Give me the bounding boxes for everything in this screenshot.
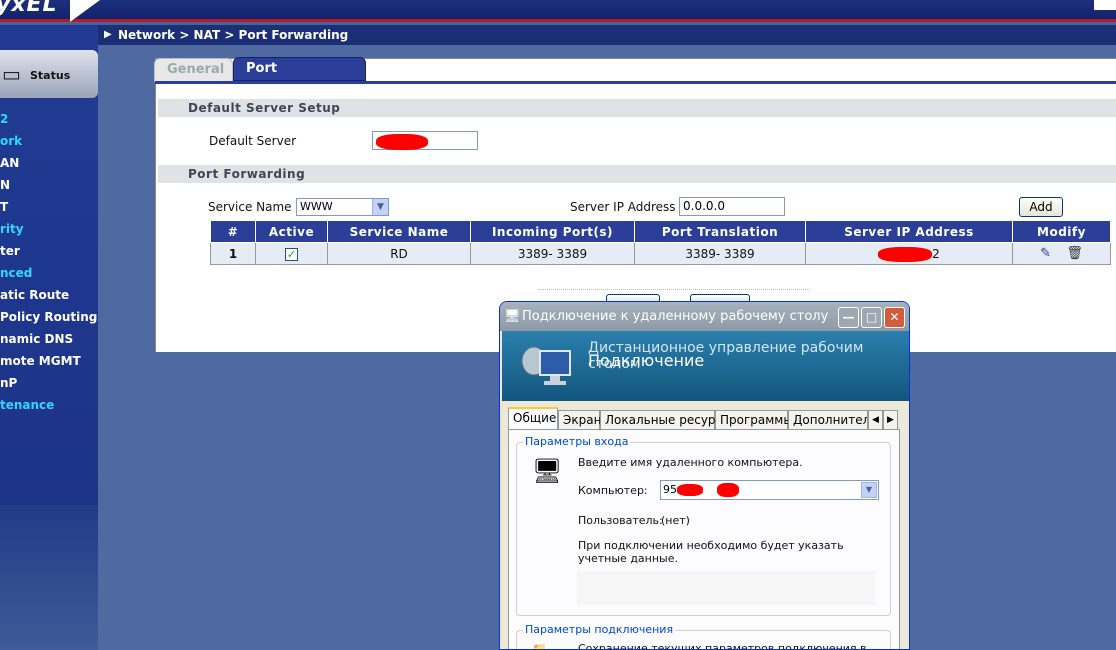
row-incoming: 3389- 3389 <box>470 242 635 265</box>
redaction-mark <box>878 247 932 262</box>
chevron-down-icon[interactable]: ▼ <box>861 482 877 498</box>
connection-settings-group: Параметры подключения 📁 Сохранение текущ… <box>516 623 891 650</box>
login-settings-legend: Параметры входа <box>523 435 631 448</box>
breadcrumb: ▶ Network > NAT > Port Forwarding <box>98 25 1116 45</box>
server-ip-input[interactable]: 0.0.0.0 <box>679 197 785 216</box>
row-server-ip: 2 <box>932 246 940 261</box>
note-area <box>577 571 875 605</box>
row-index: 1 <box>210 242 256 265</box>
sidebar-item[interactable]: rity <box>0 222 24 236</box>
row-active-cell: ✓ <box>255 242 328 265</box>
tab-scroll-left-icon[interactable]: ◀ <box>868 410 883 430</box>
router-icon: ▭ <box>2 62 21 86</box>
table-header-row: # Active Service Name Incoming Port(s) P… <box>210 220 1111 243</box>
row-modify-cell: ✎ 🗑 <box>1012 242 1111 265</box>
sidebar-item[interactable]: ter <box>0 244 20 258</box>
sidebar-item[interactable]: namic DNS <box>0 332 73 346</box>
active-checkbox[interactable]: ✓ <box>285 247 298 261</box>
close-button[interactable]: ✕ <box>884 307 905 328</box>
sidebar-item[interactable]: T <box>0 200 8 214</box>
tab-general-ru[interactable]: Общие <box>508 407 558 430</box>
sidebar-item[interactable]: atic Route <box>0 288 69 302</box>
sidebar-item[interactable]: AN <box>0 156 19 170</box>
redaction-mark <box>677 484 703 496</box>
tab-local-resources[interactable]: Локальные ресурсы <box>600 410 732 430</box>
sidebar-item[interactable]: mote MGMT <box>0 354 81 368</box>
section-default-server: Default Server Setup <box>158 99 1116 117</box>
dialog-banner: Дистанционное управление рабочим столом … <box>502 331 909 401</box>
folder-icon: 📁 <box>532 642 547 650</box>
server-ip-label: Server IP Address <box>570 200 676 214</box>
table-row: 1 ✓ RD 3389- 3389 3389- 3389 2 ✎ 🗑 <box>210 242 1111 265</box>
computer-icon: 🖥 <box>532 457 563 485</box>
minimize-button[interactable]: — <box>838 307 859 328</box>
sidebar-item[interactable]: Policy Routing <box>0 310 97 324</box>
top-right-corner <box>1094 0 1116 10</box>
top-banner: yxEL <box>0 0 1116 22</box>
maximize-button[interactable]: □ <box>861 307 882 328</box>
redaction-mark <box>376 134 428 150</box>
status-button[interactable]: ▭ Status <box>0 50 98 98</box>
brand-logo: yxEL <box>0 0 58 17</box>
enter-computer-text: Введите имя удаленного компьютера. <box>578 456 803 469</box>
port-forwarding-table: # Active Service Name Incoming Port(s) P… <box>210 220 1111 265</box>
col-server-ip: Server IP Address <box>805 220 1013 243</box>
tab-screen[interactable]: Экран <box>558 410 601 430</box>
col-active: Active <box>255 220 328 243</box>
trash-icon[interactable]: 🗑 <box>1066 246 1083 261</box>
col-port-translation: Port Translation <box>634 220 806 243</box>
remote-desktop-icon <box>521 346 571 385</box>
connection-text: Сохранение текущих параметров подключени… <box>578 642 867 650</box>
credentials-note: При подключении необходимо будет указать… <box>578 539 844 565</box>
row-translation: 3389- 3389 <box>634 242 806 265</box>
section-port-forwarding: Port Forwarding <box>158 165 1116 183</box>
service-name-select[interactable]: WWW ▼ <box>296 198 389 216</box>
sidebar-item[interactable]: nced <box>0 266 32 280</box>
tab-programs[interactable]: Программы <box>715 410 793 430</box>
breadcrumb-arrow-icon: ▶ <box>104 29 112 40</box>
sidebar-item[interactable]: 2 <box>0 112 8 126</box>
redaction-mark <box>717 483 739 497</box>
tab-advanced[interactable]: Дополнитель <box>788 410 868 430</box>
tab-scroll-right-icon[interactable]: ▶ <box>883 410 898 430</box>
tab-general[interactable]: General <box>154 58 233 82</box>
banner-title: Подключение <box>588 351 705 370</box>
col-incoming-ports: Incoming Port(s) <box>470 220 635 243</box>
divider <box>538 289 810 290</box>
default-server-label: Default Server <box>209 134 297 148</box>
breadcrumb-text: Network > NAT > Port Forwarding <box>118 28 349 42</box>
chevron-down-icon[interactable]: ▼ <box>372 199 388 215</box>
sidebar-item[interactable]: tenance <box>0 398 54 412</box>
dialog-panel: Параметры входа 🖥 Введите имя удаленного… <box>508 429 900 650</box>
user-value: (нет) <box>661 514 690 527</box>
rdp-dialog: 🖥 Подключение к удаленному рабочему стол… <box>499 301 910 650</box>
col-service-name: Service Name <box>327 220 471 243</box>
row-server-ip-cell: 2 <box>805 242 1013 265</box>
row-service: RD <box>327 242 471 265</box>
tab-port-forwarding[interactable]: Port Forwarding <box>233 57 366 98</box>
sidebar-item[interactable]: ork <box>0 134 22 148</box>
connection-settings-legend: Параметры подключения <box>523 623 676 636</box>
service-name-value: WWW <box>300 200 333 213</box>
col-modify: Modify <box>1012 220 1111 243</box>
logo-decoration <box>70 0 100 22</box>
status-label: Status <box>30 69 71 82</box>
sidebar-item[interactable]: N <box>0 178 10 192</box>
user-label: Пользователь: <box>578 514 663 527</box>
service-name-label: Service Name <box>208 200 292 214</box>
edit-icon[interactable]: ✎ <box>1040 246 1051 261</box>
dialog-title: Подключение к удаленному рабочему столу <box>522 309 829 324</box>
sidebar-item[interactable]: nP <box>0 376 17 390</box>
computer-label: Компьютер: <box>578 484 648 497</box>
col-index: # <box>210 220 256 243</box>
add-button[interactable]: Add <box>1019 197 1063 217</box>
sidebar: ▭ Status 2 ork AN N Trity ter nced atic Route Po… <box>0 25 98 505</box>
login-settings-group: Параметры входа 🖥 Введите имя удаленного… <box>516 435 891 616</box>
tab-underline <box>155 81 1116 84</box>
rdp-app-icon: 🖥 <box>504 309 521 324</box>
